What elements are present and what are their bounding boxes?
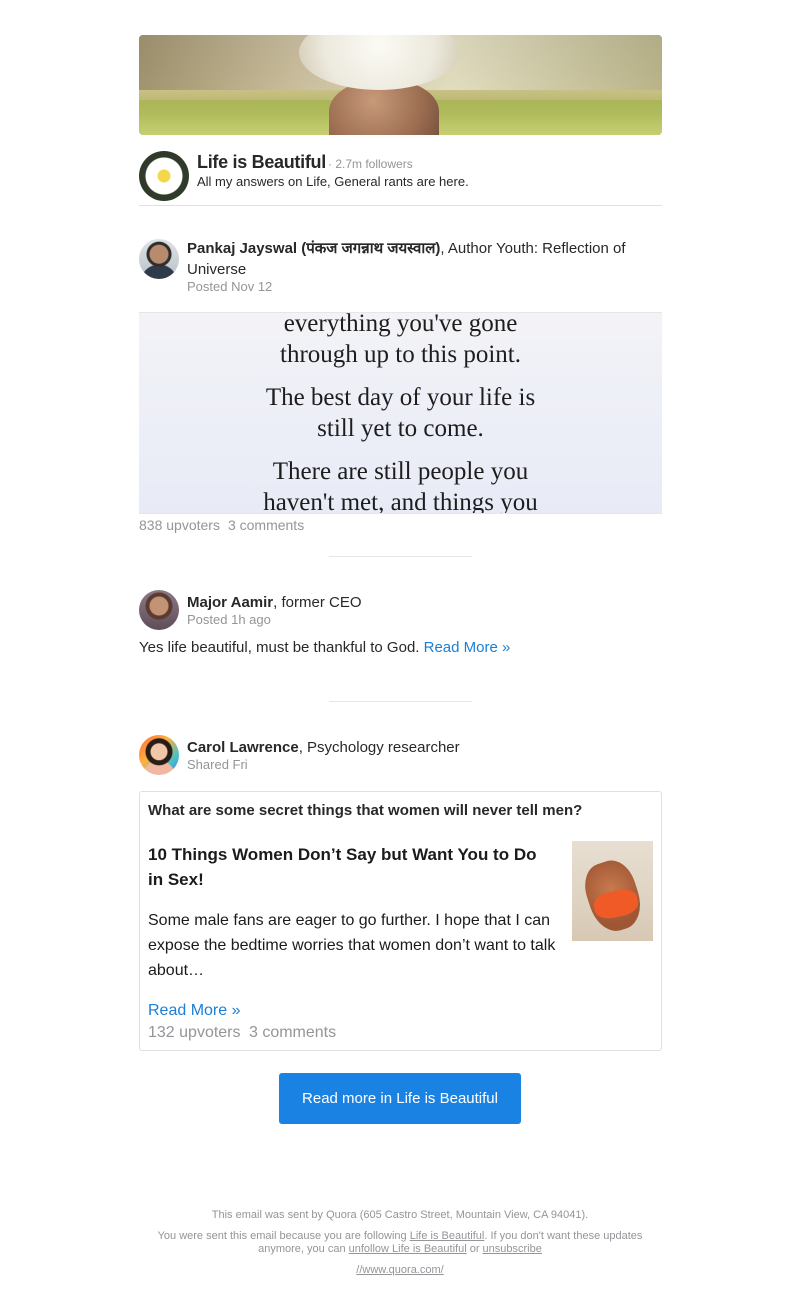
comments-count[interactable]: 3 comments bbox=[228, 517, 304, 533]
author-avatar[interactable] bbox=[139, 590, 179, 630]
comments-count[interactable]: 3 comments bbox=[249, 1024, 336, 1041]
footer-or: or bbox=[466, 1243, 483, 1255]
footer-reason-text: You were sent this email because you are… bbox=[157, 1230, 410, 1242]
card-excerpt: Some male fans are eager to go further. … bbox=[148, 912, 556, 979]
quote-line: The best day of your life is bbox=[265, 384, 536, 411]
upvoters-count[interactable]: 838 upvoters bbox=[139, 517, 220, 533]
space-avatar[interactable] bbox=[139, 151, 189, 201]
unfollow-link[interactable]: unfollow Life is Beautiful bbox=[349, 1243, 467, 1255]
post-timestamp[interactable]: Shared Fri bbox=[187, 757, 248, 772]
card-stats: 132 upvoters 3 comments bbox=[148, 1024, 336, 1042]
quote-line: There are still people you bbox=[272, 458, 529, 485]
space-followers: · 2.7m followers bbox=[328, 157, 413, 171]
read-more-space-button[interactable]: Read more in Life is Beautiful bbox=[279, 1073, 521, 1124]
post-body: Yes life beautiful, must be thankful to … bbox=[139, 639, 420, 656]
footer-reason-text: . If you don't want these updates bbox=[484, 1230, 643, 1242]
quora-url-link[interactable]: //www.quora.com/ bbox=[356, 1264, 443, 1276]
post-timestamp[interactable]: Posted Nov 12 bbox=[187, 279, 272, 294]
footer-sent-by: This email was sent by Quora (605 Castro… bbox=[211, 1209, 589, 1221]
post-text: Yes life beautiful, must be thankful to … bbox=[139, 639, 510, 656]
author-avatar[interactable] bbox=[139, 239, 179, 279]
author-credential: , former CEO bbox=[273, 594, 362, 611]
author-avatar[interactable] bbox=[139, 735, 179, 775]
divider bbox=[329, 556, 472, 557]
quote-line: through up to this point. bbox=[280, 341, 521, 368]
card-thumbnail[interactable] bbox=[572, 841, 653, 941]
footer-reason-text: anymore, you can bbox=[258, 1243, 349, 1255]
post-timestamp[interactable]: Posted 1h ago bbox=[187, 612, 271, 627]
author-name[interactable]: Pankaj Jayswal (पंकज जगन्नाथ जयस्वाल) bbox=[187, 240, 440, 257]
space-link[interactable]: Life is Beautiful bbox=[410, 1230, 485, 1242]
space-description: All my answers on Life, General rants ar… bbox=[197, 174, 469, 189]
footer-reason: You were sent this email because you are… bbox=[0, 1230, 800, 1256]
space-banner-image[interactable] bbox=[139, 35, 662, 135]
upvoters-count[interactable]: 132 upvoters bbox=[148, 1024, 241, 1041]
shared-answer-card[interactable]: What are some secret things that women w… bbox=[139, 791, 662, 1051]
read-more-link[interactable]: Read More » bbox=[148, 1002, 241, 1020]
card-title[interactable]: 10 Things Women Don’t Say but Want You t… bbox=[148, 842, 548, 892]
post-image[interactable]: everything you've gone through up to thi… bbox=[139, 312, 662, 514]
card-question[interactable]: What are some secret things that women w… bbox=[148, 802, 582, 819]
read-more-link[interactable]: Read More » bbox=[424, 639, 511, 656]
space-header: Life is Beautiful · 2.7m followers All m… bbox=[139, 135, 662, 206]
space-title[interactable]: Life is Beautiful bbox=[197, 152, 326, 173]
divider bbox=[329, 701, 472, 702]
author-credential: , Psychology researcher bbox=[298, 739, 460, 756]
unsubscribe-link[interactable]: unsubscribe bbox=[483, 1243, 542, 1255]
author-name[interactable]: Major Aamir bbox=[187, 594, 273, 611]
quote-line: haven't met, and things you bbox=[263, 489, 538, 514]
author-name[interactable]: Carol Lawrence bbox=[187, 739, 299, 756]
email-content: Life is Beautiful · 2.7m followers All m… bbox=[139, 35, 662, 1124]
quote-line: still yet to come. bbox=[317, 415, 484, 442]
footer-url: //www.quora.com/ bbox=[0, 1264, 800, 1277]
quote-line: everything you've gone bbox=[283, 312, 518, 337]
post-stats: 838 upvoters 3 comments bbox=[139, 517, 304, 533]
